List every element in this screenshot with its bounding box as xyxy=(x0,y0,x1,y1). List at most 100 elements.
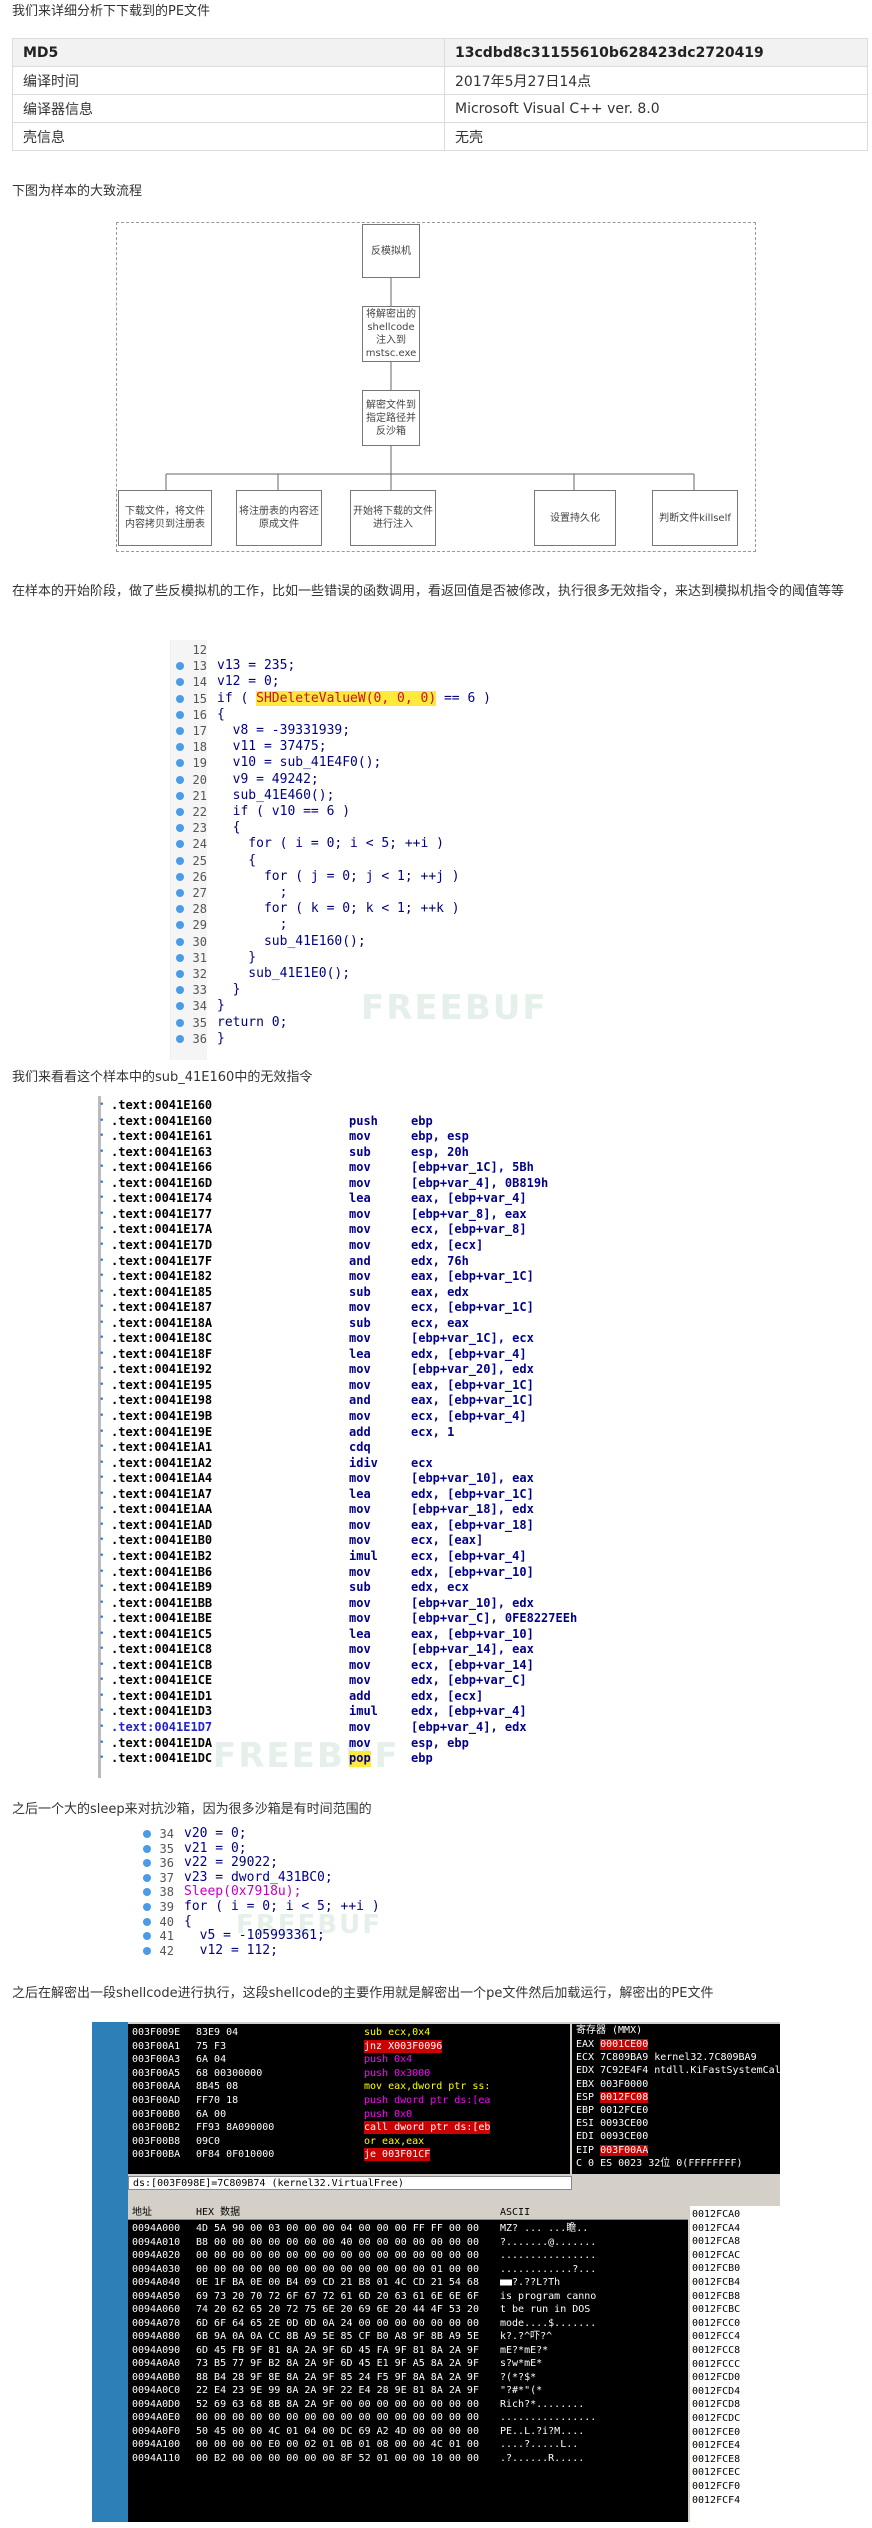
dump-line[interactable]: 0094A0E0 00 00 00 00 00 00 00 00 00 00 00… xyxy=(128,2411,688,2424)
dump-address: 0094A0C0 xyxy=(132,2385,181,2396)
stack-entry[interactable]: 0012FCC4 xyxy=(692,2330,740,2343)
asm-address: .text:0041E19E xyxy=(111,1424,213,1439)
stack-entry[interactable]: 0012FCB4 xyxy=(692,2276,740,2289)
register-line[interactable]: EBX 003F0000 xyxy=(576,2078,654,2091)
disasm-line[interactable]: 003F00A3 6A 04 push 0x4 xyxy=(128,2053,570,2066)
code-text: v22 = 29022; xyxy=(184,1855,278,1871)
disasm-line[interactable]: 003F00B0 6A 00 push 0x0 xyxy=(128,2108,570,2121)
disasm-line[interactable]: 003F00A5 68 00300000 push 0x3000 xyxy=(128,2067,570,2080)
memory-dump-pane[interactable]: 0094A000 4D 5A 90 00 03 00 00 00 04 00 00… xyxy=(128,2220,688,2522)
disasm-instruction: sub ecx,0x4 xyxy=(364,2027,431,2038)
dump-hex: 00 00 00 00 00 00 00 00 00 00 00 00 00 0… xyxy=(196,2263,479,2275)
stack-entry[interactable]: 0012FCD8 xyxy=(692,2398,740,2411)
code-line: 17 v8 = -39331939; xyxy=(171,723,581,739)
cpu-disasm-pane[interactable]: 003F009E 83E9 04 sub ecx,0x4 003F00A1 75 F3 j… xyxy=(128,2024,570,2174)
dump-line[interactable]: 0094A010 B8 00 00 00 00 00 00 00 40 00 00… xyxy=(128,2236,688,2249)
dump-line[interactable]: 0094A050 69 73 20 70 72 6F 67 72 61 6D 20… xyxy=(128,2290,688,2303)
disasm-line[interactable]: 003F00B2 FF93 8A090000 call dword ptr ds:[… xyxy=(128,2121,570,2135)
disasm-line[interactable]: 003F00A1 75 F3 jnz X003F0096 xyxy=(128,2039,570,2053)
disasm-address: 003F00A1 xyxy=(132,2040,181,2052)
breakpoint-dot xyxy=(143,1859,151,1868)
stack-entry[interactable]: 0012FCCC xyxy=(692,2358,740,2371)
dump-line[interactable]: 0094A110 00 B2 00 00 00 00 00 00 8F 52 01… xyxy=(128,2452,688,2465)
dump-line[interactable]: 0094A0F0 50 45 00 00 4C 01 04 00 DC 69 A2… xyxy=(128,2425,688,2438)
asm-mnemonic: mov xyxy=(349,1595,371,1610)
stack-entry[interactable]: 0012FCF4 xyxy=(692,2494,740,2507)
dump-line[interactable]: 0094A030 00 00 00 00 00 00 00 00 00 00 00… xyxy=(128,2263,688,2276)
disasm-line[interactable]: 003F00BA 0F84 0F010000 je 003F01CF xyxy=(128,2148,570,2162)
disasm-line[interactable]: 003F00AD FF70 18 push dword ptr ds:[ea xyxy=(128,2094,570,2107)
table-cell: 壳信息 xyxy=(12,122,445,151)
register-line[interactable]: EIP 003F00AA xyxy=(576,2144,654,2157)
dump-line[interactable]: 0094A020 00 00 00 00 00 00 00 00 00 00 00… xyxy=(128,2249,688,2262)
dump-line[interactable]: 0094A0B0 88 B4 28 9F 8E 8A 2A 9F 85 24 F5… xyxy=(128,2371,688,2384)
code-text: v21 = 0; xyxy=(184,1840,247,1856)
disasm-line[interactable]: 003F00B8 09C0 or eax,eax xyxy=(128,2135,570,2148)
dump-line[interactable]: 0094A100 00 00 00 00 E0 00 02 01 0B 01 08… xyxy=(128,2438,688,2451)
dump-line[interactable]: 0094A0C0 22 E4 23 9E 99 8A 2A 9F 22 E4 28… xyxy=(128,2384,688,2397)
breakpoint-dot xyxy=(176,694,184,703)
dump-line[interactable]: 0094A0D0 52 69 63 68 8B 8A 2A 9F 00 00 00… xyxy=(128,2398,688,2411)
stack-entry[interactable]: 0012FCB8 xyxy=(692,2290,740,2303)
register-name: ESP xyxy=(576,2091,595,2103)
stack-entry[interactable]: 0012FCE0 xyxy=(692,2426,740,2439)
stack-entry[interactable]: 0012FCE4 xyxy=(692,2439,740,2452)
asm-address: .text:0041E166 xyxy=(111,1160,213,1175)
line-number: 18 xyxy=(192,740,207,755)
register-line[interactable]: EDI 0093CE00 xyxy=(576,2130,654,2143)
line-marker: • xyxy=(99,1613,105,1624)
register-line[interactable]: EDX 7C92E4F4 ntdll.KiFastSystemCallRet xyxy=(576,2064,780,2077)
line-marker: • xyxy=(99,1550,105,1561)
stack-entry[interactable]: 0012FCC8 xyxy=(692,2344,740,2357)
line-number: 35 xyxy=(159,1841,174,1856)
register-line[interactable]: EBP 0012FCE0 xyxy=(576,2104,654,2117)
register-line[interactable]: EAX 0001CE00 xyxy=(576,2038,654,2051)
breakpoint-dot xyxy=(176,921,184,930)
stack-entry[interactable]: 0012FCB0 xyxy=(692,2262,740,2275)
dump-line[interactable]: 0094A000 4D 5A 90 00 03 00 00 00 04 00 00… xyxy=(128,2222,688,2235)
breakpoint-dot xyxy=(176,872,184,881)
stack-entry[interactable]: 0012FCD0 xyxy=(692,2371,740,2384)
dump-line[interactable]: 0094A090 6D 45 FB 9F 81 8A 2A 9F 6D 45 FA… xyxy=(128,2344,688,2357)
stack-entry[interactable]: 0012FCE8 xyxy=(692,2453,740,2466)
stack-entry[interactable]: 0012FCD4 xyxy=(692,2385,740,2398)
dump-address: 0094A000 xyxy=(132,2223,181,2234)
code-line: 23 { xyxy=(171,820,581,836)
disasm-line[interactable]: 003F00AA 8B45 08 mov eax,dword ptr ss: xyxy=(128,2080,570,2093)
line-number: 34 xyxy=(159,1827,174,1841)
dump-line[interactable]: 0094A080 6B 9A 0A 0A CC 8B A9 5E 85 CF B0… xyxy=(128,2330,688,2343)
dump-line[interactable]: 0094A040 0E 1F BA 0E 00 B4 09 CD 21 B8 01… xyxy=(128,2276,688,2289)
stack-entry[interactable]: 0012FCEC xyxy=(692,2466,740,2479)
registers-pane[interactable]: 寄存器 (MMX) EAX 0001CE00 ECX 7C809BA9 kernel32… xyxy=(572,2024,780,2174)
stack-entry[interactable]: 0012FCF0 xyxy=(692,2480,740,2493)
stack-entry[interactable]: 0012FCBC xyxy=(692,2303,740,2316)
stack-entry[interactable]: 0012FCC0 xyxy=(692,2317,740,2330)
asm-address: .text:0041E1A7 xyxy=(111,1486,213,1501)
stack-pane[interactable]: 0012FCA0 0012FCA4 0012FCA8 0012FCAC 0012FCB0… xyxy=(690,2206,780,2522)
stack-entry[interactable]: 0012FCA0 xyxy=(692,2208,740,2221)
table-cell: Microsoft Visual C++ ver. 8.0 xyxy=(444,94,868,123)
asm-address: .text:0041E1BE xyxy=(111,1611,213,1626)
sub-text: 我们来看看这个样本中的sub_41E160中的无效指令 xyxy=(12,1070,313,1085)
stack-entry[interactable]: 0012FCDC xyxy=(692,2412,740,2425)
dump-address: 0094A100 xyxy=(132,2439,181,2450)
line-marker: • xyxy=(99,1566,105,1577)
dump-hex: 73 B5 77 9F B2 8A 2A 9F 6D 45 E1 9F A5 8… xyxy=(196,2358,479,2369)
dump-line[interactable]: 0094A060 74 20 62 65 20 72 75 6E 20 69 6E… xyxy=(128,2303,688,2316)
register-line[interactable]: ESI 0093CE00 xyxy=(576,2117,654,2130)
register-line[interactable]: ECX 7C809BA9 kernel32.7C809BA9 xyxy=(576,2051,757,2064)
breakpoint-dot xyxy=(176,791,184,800)
register-line[interactable]: ESP 0012FC08 xyxy=(576,2091,654,2104)
asm-address: .text:0041E195 xyxy=(111,1377,213,1392)
asm-address: .text:0041E198 xyxy=(111,1393,213,1408)
stack-entry[interactable]: 0012FCA4 xyxy=(692,2222,740,2235)
line-marker: • xyxy=(99,1722,105,1732)
stack-entry[interactable]: 0012FCA8 xyxy=(692,2235,740,2248)
line-number: 27 xyxy=(192,886,207,900)
stack-entry[interactable]: 0012FCAC xyxy=(692,2249,740,2262)
asm-address: .text:0041E1C5 xyxy=(111,1626,213,1641)
disasm-line[interactable]: 003F009E 83E9 04 sub ecx,0x4 xyxy=(128,2026,570,2039)
dump-line[interactable]: 0094A0A0 73 B5 77 9F B2 8A 2A 9F 6D 45 E1… xyxy=(128,2357,688,2370)
dump-line[interactable]: 0094A070 6D 6F 64 65 2E 0D 0D 0A 24 00 00… xyxy=(128,2317,688,2330)
register-line[interactable]: C 0 ES 0023 32位 0(FFFFFFFF) xyxy=(576,2157,749,2170)
